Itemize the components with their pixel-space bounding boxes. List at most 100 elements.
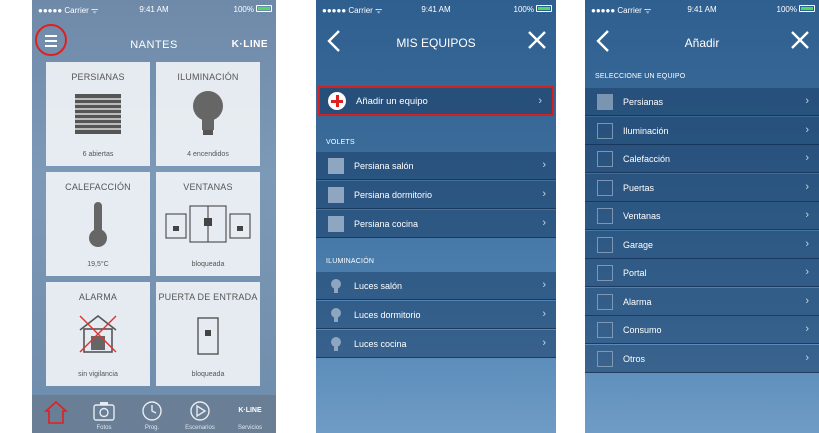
chevron-right-icon: › (805, 95, 809, 107)
thermometer-icon (597, 151, 613, 167)
tile-title: PERSIANAS (71, 72, 125, 82)
list-item-label: Ventanas (623, 211, 661, 221)
door-icon (197, 317, 219, 355)
window-icon (597, 208, 613, 224)
chevron-right-icon: › (542, 217, 546, 229)
list-item-label: Puertas (623, 182, 655, 193)
chevron-right-icon: › (542, 279, 546, 291)
tab-label: Servicios (237, 425, 263, 431)
gate-icon (597, 265, 613, 281)
tile-puerta-entrada[interactable]: PUERTA DE ENTRADA bloqueada (156, 282, 260, 386)
list-item-label: Persiana salón (354, 161, 414, 171)
tab-home[interactable] (32, 395, 80, 433)
tile-status: 4 encendidos (187, 151, 229, 158)
close-icon[interactable] (526, 29, 548, 53)
battery-icon (536, 5, 552, 12)
list-item-persiana-dormitorio[interactable]: Persiana dormitorio › (316, 181, 556, 209)
alarm-house-icon (79, 314, 117, 353)
tile-status: 19,5°C (87, 261, 109, 268)
section-header: VOLETS (326, 139, 355, 146)
bulb-icon (331, 337, 341, 351)
list-item-persiana-cocina[interactable]: Persiana cocina › (316, 210, 556, 238)
section-header: ILUMINACIÓN (326, 258, 375, 265)
page-title: Añadir (684, 36, 720, 50)
tile-status: 6 abiertas (82, 151, 114, 158)
shutter-icon (328, 216, 344, 232)
list-item-3[interactable]: Puertas › (585, 173, 819, 202)
status-bar: ●●●●● Carrier ᯤ 9:41 AM 100% (585, 0, 819, 20)
mis-equipos-screen: ●●●●● Carrier ᯤ 9:41 AM 100% MIS EQUIPOS… (316, 0, 556, 433)
list-item-label: Calefacción (623, 154, 671, 164)
status-bar: ●●●●● Carrier ᯤ 9:41 AM 100% (316, 0, 556, 20)
tab-label: Prog. (144, 425, 160, 431)
tile-title: VENTANAS (183, 182, 233, 192)
tile-status: sin vigilancia (78, 371, 118, 378)
home-icon (44, 400, 68, 424)
tab-servicios[interactable]: K·LINE Servicios (224, 395, 276, 433)
battery-icon (256, 5, 272, 12)
list-item-1[interactable]: Iluminación › (585, 116, 819, 145)
shutter-icon (328, 187, 344, 203)
shutter-icon (75, 94, 121, 134)
tile-alarma[interactable]: ALARMA sin vigilancia (46, 282, 150, 386)
tile-persianas[interactable]: PERSIANAS 6 abiertas (46, 62, 150, 166)
battery-label: 100% (513, 5, 534, 14)
chevron-right-icon: › (542, 337, 546, 349)
tile-ventanas[interactable]: VENTANAS bloqueada (156, 172, 260, 276)
alarm-icon (597, 293, 613, 310)
add-equipment-button[interactable]: Añadir un equipo › (318, 86, 554, 116)
chevron-right-icon: › (805, 323, 809, 335)
list-item-4[interactable]: Ventanas › (585, 202, 819, 230)
chevron-right-icon: › (542, 308, 546, 320)
window-icon (165, 205, 251, 243)
list-item-label: Persianas (623, 97, 664, 107)
tab-escenarios[interactable]: Escenarios (176, 395, 224, 433)
page-title: MIS EQUIPOS (396, 36, 476, 50)
list-item-luces-cocina[interactable]: Luces cocina › (316, 330, 556, 358)
home-header: NANTES K·LINE (32, 22, 276, 62)
tab-label: Escenarios (185, 425, 215, 431)
chevron-right-icon: › (805, 123, 809, 136)
close-icon[interactable] (789, 29, 811, 53)
tile-calefaccion[interactable]: CALEFACCIÓN 19,5°C (46, 172, 150, 276)
list-item-label: Otros (623, 353, 646, 364)
tab-fotos[interactable]: Fotos (80, 395, 128, 433)
list-item-label: Persiana cocina (354, 219, 419, 229)
chevron-right-icon: › (805, 294, 809, 307)
list-item-5[interactable]: Garage › (585, 230, 819, 259)
list-item-7[interactable]: Alarma › (585, 287, 819, 316)
nav-bar: Añadir (585, 20, 819, 64)
tile-iluminacion[interactable]: ILUMINACIÓN 4 encendidos (156, 62, 260, 166)
add-plus-icon (328, 92, 346, 110)
list-item-8[interactable]: Consumo › (585, 316, 819, 344)
tile-title: CALEFACCIÓN (65, 182, 131, 192)
list-item-6[interactable]: Portal › (585, 259, 819, 287)
list-item-0[interactable]: Persianas › (585, 88, 819, 116)
shutter-icon (328, 158, 344, 174)
shutter-icon (597, 94, 613, 110)
list-item-2[interactable]: Calefacción › (585, 145, 819, 173)
battery-label: 100% (233, 5, 254, 14)
chevron-right-icon: › (805, 180, 809, 193)
list-item-9[interactable]: Otros › (585, 344, 819, 373)
list-item-persiana-salon[interactable]: Persiana salón › (316, 152, 556, 180)
more-icon (597, 350, 613, 367)
bulb-icon (193, 91, 223, 135)
tab-prog[interactable]: Prog. (128, 395, 176, 433)
door-icon (597, 179, 613, 196)
consumption-chart-icon (597, 322, 613, 338)
section-header: SELECCIONE UN EQUIPO (595, 73, 686, 80)
tile-status: bloqueada (191, 261, 225, 268)
list-item-label: Garage (623, 239, 654, 250)
tile-title: ALARMA (78, 292, 118, 302)
anadir-screen: ●●●●● Carrier ᯤ 9:41 AM 100% Añadir SELE… (585, 0, 819, 433)
kline-icon: K·LINE (238, 407, 262, 414)
brand-logo: K·LINE (231, 39, 268, 50)
list-item-luces-salon[interactable]: Luces salón › (316, 272, 556, 300)
clock-icon (142, 401, 162, 421)
bulb-icon (331, 279, 341, 293)
bulb-icon (597, 122, 613, 139)
list-item-label: Persiana dormitorio (354, 190, 433, 200)
camera-icon (93, 402, 115, 421)
list-item-luces-dormitorio[interactable]: Luces dormitorio › (316, 301, 556, 329)
